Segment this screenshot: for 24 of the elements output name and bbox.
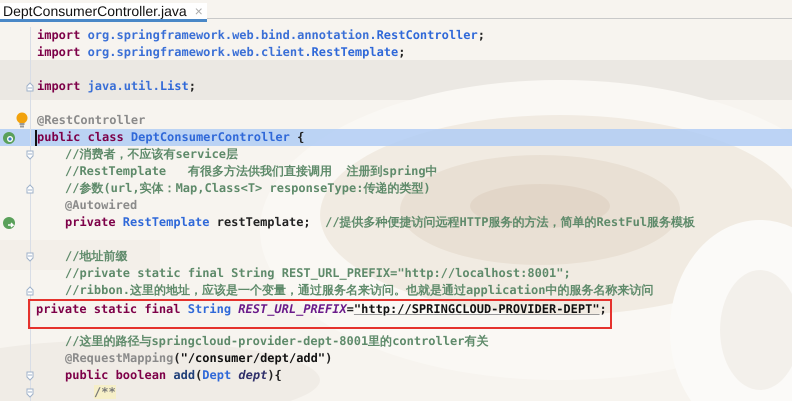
code-line: //消费者，不应该有service层 <box>65 146 238 163</box>
lightbulb-icon[interactable] <box>16 112 28 130</box>
fold-marker-icon[interactable] <box>26 388 34 398</box>
code-line: //这里的路径与springcloud-provider-dept-8001里的controller有关 <box>65 333 488 350</box>
fold-marker-icon[interactable] <box>26 150 34 160</box>
autowired-icon[interactable] <box>2 216 16 230</box>
code-line: //private static final String REST_URL_PREFIX="http://localhost:8001"; <box>65 265 571 282</box>
fold-marker-icon[interactable] <box>26 252 34 262</box>
code-line: @RequestMapping("/consumer/dept/add") <box>65 350 332 367</box>
bean-icon[interactable] <box>2 130 16 144</box>
code-line: @Autowired <box>65 197 138 214</box>
code-line: //ribbon.这里的地址，应该是一个变量，通过服务名来访问。也就是通过application中的服务名称来访问 <box>65 282 654 299</box>
file-tab[interactable]: DeptConsumerController.java × <box>0 3 207 22</box>
code-line: public class DeptConsumerController { <box>37 129 304 146</box>
fold-marker-icon[interactable] <box>26 370 34 380</box>
code-line: import java.util.List; <box>37 78 196 95</box>
code-line: //RestTemplate 有很多方法供我们直接调用 注册到spring中 <box>65 163 438 180</box>
code-line: public boolean add(Dept dept){ <box>65 367 282 384</box>
code-line: import org.springframework.web.bind.annotation.RestController; <box>37 27 485 44</box>
code-line: private RestTemplate restTemplate; //提供多种便捷访问远程HTTP服务的方法，简单的RestFul服务模板 <box>65 214 696 231</box>
code-line: //参数(url,实体：Map,Class<T> responseType:传递的类型) <box>65 180 431 197</box>
code-line: @RestController <box>37 112 146 129</box>
code-line: //地址前缀 <box>65 248 128 265</box>
code-line: import org.springframework.web.client.RestTemplate; <box>37 44 406 61</box>
